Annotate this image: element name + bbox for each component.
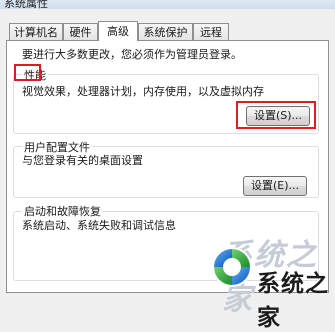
- startup-recovery-description: 系统启动、系统失败和调试信息: [22, 219, 176, 232]
- user-profiles-description: 与您登录有关的桌面设置: [22, 154, 143, 167]
- title-bar: 系统属性: [0, 0, 335, 9]
- tab-computer-name[interactable]: 计算机名: [9, 23, 63, 40]
- admin-note: 要进行大多数更改，您必须作为管理员登录。: [22, 48, 242, 61]
- logo-swirl-icon: [212, 247, 252, 287]
- watermark-text: 系统之家: [257, 271, 329, 331]
- tab-advanced[interactable]: 高级: [98, 21, 138, 41]
- tab-remote[interactable]: 远程: [193, 23, 229, 40]
- user-profiles-settings-button[interactable]: 设置(E)...: [243, 176, 307, 196]
- watermark-logo: 系统之家 系统之家: [207, 228, 335, 331]
- performance-highlight: [14, 64, 41, 81]
- window-title: 系统属性: [4, 0, 48, 9]
- performance-description: 视觉效果，处理器计划，内存使用，以及虚拟内存: [22, 85, 264, 98]
- tab-hardware[interactable]: 硬件: [63, 23, 98, 40]
- settings-button-highlight: [236, 101, 316, 129]
- tab-system-protection[interactable]: 系统保护: [138, 23, 193, 40]
